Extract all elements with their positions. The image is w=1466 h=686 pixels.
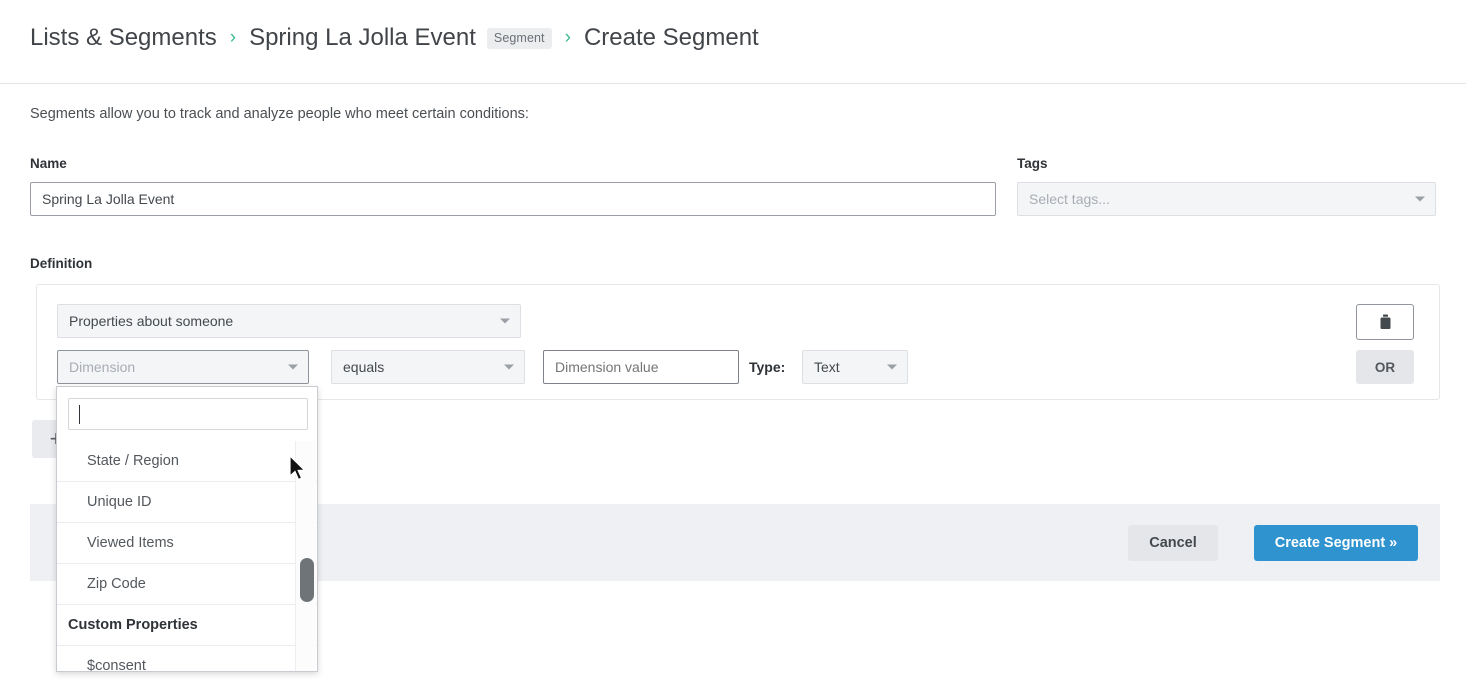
breadcrumb-item-create-segment: Create Segment: [584, 24, 759, 52]
create-segment-page: Lists & Segments › Spring La Jolla Event…: [0, 0, 1466, 686]
chevron-down-icon: [500, 319, 510, 324]
dimension-option-viewed-items[interactable]: Viewed Items: [57, 523, 317, 564]
breadcrumb-item-spring-la-jolla-event[interactable]: Spring La Jolla Event: [249, 24, 476, 52]
value-type-value: Text: [814, 359, 840, 375]
dimension-option-zip-code[interactable]: Zip Code: [57, 564, 317, 605]
status-badge-segment: Segment: [487, 28, 552, 49]
dimension-select[interactable]: Dimension: [57, 350, 309, 384]
dropdown-scrollbar-thumb[interactable]: [300, 558, 314, 602]
tags-label: Tags: [1017, 156, 1048, 171]
dimension-option-unique-id[interactable]: Unique ID: [57, 482, 317, 523]
chevron-right-icon: ›: [230, 28, 236, 47]
dimension-option-consent[interactable]: $consent: [57, 646, 317, 672]
cancel-button[interactable]: Cancel: [1128, 525, 1218, 561]
dimension-dropdown-panel: State / Region Unique ID Viewed Items Zi…: [56, 386, 318, 672]
dimension-search-input[interactable]: [68, 398, 308, 430]
tags-placeholder: Select tags...: [1029, 191, 1110, 207]
dimension-placeholder: Dimension: [69, 359, 135, 375]
page-header: Lists & Segments › Spring La Jolla Event…: [0, 0, 1466, 84]
chevron-down-icon: [504, 365, 514, 370]
condition-type-value: Properties about someone: [69, 313, 233, 329]
breadcrumb-item-lists-segments[interactable]: Lists & Segments: [30, 24, 217, 52]
dimension-value-input[interactable]: [543, 350, 739, 384]
text-caret: [79, 405, 80, 424]
delete-condition-button[interactable]: [1356, 304, 1414, 340]
value-type-select[interactable]: Text: [802, 350, 908, 384]
operator-value: equals: [343, 359, 384, 375]
or-button[interactable]: OR: [1356, 350, 1414, 384]
dimension-group-custom-properties: Custom Properties: [57, 605, 317, 646]
tags-select[interactable]: Select tags...: [1017, 182, 1436, 216]
breadcrumb: Lists & Segments › Spring La Jolla Event…: [30, 24, 759, 52]
intro-text: Segments allow you to track and analyze …: [30, 106, 529, 122]
mouse-cursor: [288, 455, 308, 483]
dimension-option-list: State / Region Unique ID Viewed Items Zi…: [57, 441, 317, 671]
segment-name-input[interactable]: [30, 182, 996, 216]
chevron-down-icon: [887, 365, 897, 370]
chevron-down-icon: [288, 365, 298, 370]
value-type-label: Type:: [749, 359, 785, 375]
operator-select[interactable]: equals: [331, 350, 525, 384]
create-segment-button[interactable]: Create Segment »: [1254, 525, 1418, 561]
chevron-right-icon: ›: [565, 28, 571, 47]
condition-type-select[interactable]: Properties about someone: [57, 304, 521, 338]
chevron-down-icon: [1415, 197, 1425, 202]
definition-label: Definition: [30, 256, 92, 271]
name-label: Name: [30, 156, 67, 171]
condition-card: Properties about someone Dimension equal…: [36, 284, 1440, 400]
trash-icon: [1379, 314, 1392, 330]
dimension-option-state-region[interactable]: State / Region: [57, 441, 317, 482]
